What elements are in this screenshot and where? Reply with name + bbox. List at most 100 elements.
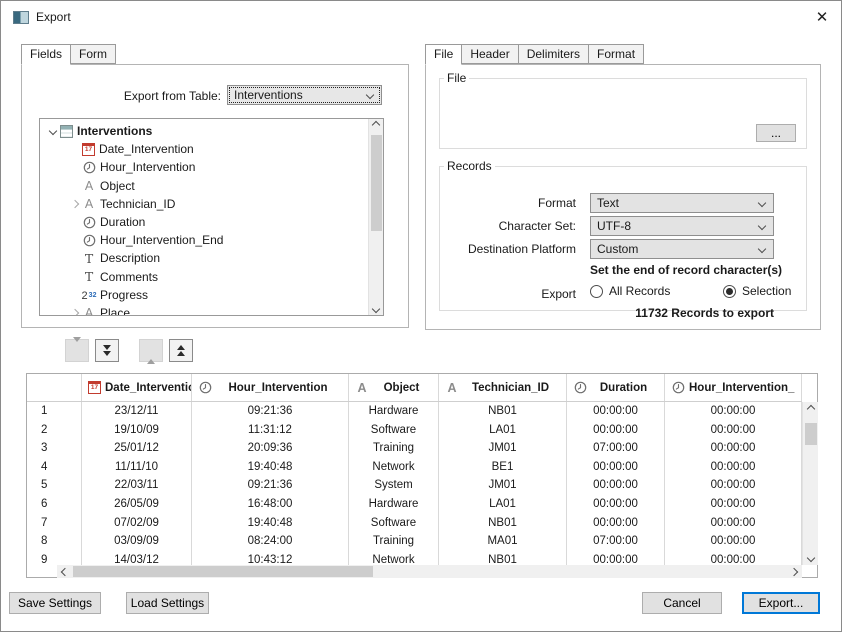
table-row[interactable]: 707/02/0919:40:48SoftwareNB0100:00:0000:… — [27, 514, 802, 533]
radio-icon[interactable] — [590, 285, 603, 298]
table-row[interactable]: 914/03/1210:43:12NetworkNB0100:00:0000:0… — [27, 551, 802, 565]
save-settings-button[interactable]: Save Settings — [9, 592, 101, 614]
tab-file[interactable]: File — [425, 44, 462, 65]
cancel-button[interactable]: Cancel — [642, 592, 722, 614]
title-bar: Export ✕ — [1, 1, 841, 33]
cell: 23/12/11 — [82, 402, 192, 421]
column-header-hour_intervention_[interactable]: Hour_Intervention_ — [665, 374, 802, 401]
close-icon[interactable]: ✕ — [809, 5, 835, 29]
expander-closed-icon[interactable] — [68, 310, 82, 316]
calendar-icon: 17 — [88, 381, 101, 394]
format-label: Format — [440, 196, 576, 210]
row-number: 7 — [27, 514, 82, 533]
platform-select[interactable]: Custom — [590, 239, 774, 259]
tree-item-hour_intervention[interactable]: Hour_Intervention — [40, 158, 383, 176]
tree-item-hour_intervention_end[interactable]: Hour_Intervention_End — [40, 231, 383, 249]
column-header-duration[interactable]: Duration — [567, 374, 665, 401]
cell: 03/09/09 — [82, 532, 192, 551]
column-header-hour_intervention[interactable]: Hour_Intervention — [192, 374, 349, 401]
expander-closed-icon[interactable] — [68, 201, 82, 207]
load-settings-button[interactable]: Load Settings — [126, 592, 209, 614]
field-tree: Interventions 17Date_Intervention Hour_I… — [39, 118, 384, 316]
tab-delimiters[interactable]: Delimiters — [519, 44, 589, 64]
clock-icon — [82, 233, 96, 247]
table-row[interactable]: 803/09/0908:24:00TrainingMA0107:00:0000:… — [27, 532, 802, 551]
tree-item-description[interactable]: TDescription — [40, 249, 383, 267]
cell: 00:00:00 — [665, 458, 802, 477]
table-row[interactable]: 219/10/0911:31:12SoftwareLA0100:00:0000:… — [27, 421, 802, 440]
export-table-select[interactable]: Interventions — [227, 85, 382, 105]
tree-scrollbar-thumb[interactable] — [371, 135, 382, 231]
table-row[interactable]: 123/12/1109:21:36HardwareNB0100:00:0000:… — [27, 402, 802, 421]
cell: 00:00:00 — [665, 495, 802, 514]
table-row[interactable]: 522/03/1109:21:36SystemJM0100:00:0000:00… — [27, 476, 802, 495]
alpha-field-icon: A — [355, 381, 369, 395]
cell: 00:00:00 — [665, 532, 802, 551]
row-number: 9 — [27, 551, 82, 565]
clock-icon — [82, 215, 96, 229]
grid-hscrollbar-thumb[interactable] — [73, 566, 373, 577]
export-button[interactable]: Export... — [742, 592, 820, 614]
cell: JM01 — [439, 476, 567, 495]
tab-header[interactable]: Header — [462, 44, 518, 64]
double-chevron-down-button[interactable] — [95, 339, 119, 362]
cell: 07/02/09 — [82, 514, 192, 533]
clock-icon — [198, 381, 212, 395]
tree-item-place[interactable]: APlace — [40, 304, 383, 316]
tab-form[interactable]: Form — [71, 44, 116, 64]
radio-icon[interactable] — [723, 285, 736, 298]
tree-item-date_intervention[interactable]: 17Date_Intervention — [40, 140, 383, 158]
cell: 19:40:48 — [192, 458, 349, 477]
tree-scrollbar[interactable] — [368, 119, 383, 315]
grid-vscrollbar[interactable] — [802, 402, 818, 565]
export-dialog-icon — [13, 11, 29, 24]
cell: 19:40:48 — [192, 514, 349, 533]
format-select[interactable]: Text — [590, 193, 774, 213]
preview-grid: 17Date_Intervention Hour_Intervention AO… — [26, 373, 818, 578]
row-number: 8 — [27, 532, 82, 551]
chevron-down-icon — [758, 222, 766, 230]
chevron-down-icon — [758, 245, 766, 253]
grid-vscrollbar-thumb[interactable] — [805, 423, 817, 445]
tab-fields[interactable]: Fields — [21, 44, 71, 65]
cell: 09:21:36 — [192, 402, 349, 421]
tree-item-object[interactable]: AObject — [40, 177, 383, 195]
column-header-object[interactable]: AObject — [349, 374, 439, 401]
tree-item-progress[interactable]: 232Progress — [40, 286, 383, 304]
radio-all-records[interactable]: All Records — [590, 284, 670, 298]
cell: Hardware — [349, 495, 439, 514]
radio-selection[interactable]: Selection — [723, 284, 791, 298]
table-row[interactable]: 411/11/1019:40:48NetworkBE100:00:0000:00… — [27, 458, 802, 477]
table-row[interactable]: 325/01/1220:09:36TrainingJM0107:00:0000:… — [27, 439, 802, 458]
tree-root-interventions[interactable]: Interventions — [40, 122, 383, 140]
cell: 10:43:12 — [192, 551, 349, 565]
cell: 08:24:00 — [192, 532, 349, 551]
tree-item-technician_id[interactable]: ATechnician_ID — [40, 195, 383, 213]
charset-select[interactable]: UTF-8 — [590, 216, 774, 236]
alpha-field-icon: A — [82, 179, 96, 193]
row-number: 2 — [27, 421, 82, 440]
browse-button[interactable]: ... — [756, 124, 796, 142]
cell: 00:00:00 — [567, 458, 665, 477]
table-row[interactable]: 626/05/0916:48:00HardwareLA0100:00:0000:… — [27, 495, 802, 514]
tree-item-comments[interactable]: TComments — [40, 268, 383, 286]
scroll-down-icon — [372, 305, 380, 313]
column-header-technician_id[interactable]: ATechnician_ID — [439, 374, 567, 401]
cell: 00:00:00 — [567, 421, 665, 440]
cell: Network — [349, 551, 439, 565]
text-field-icon: T — [82, 251, 96, 265]
cell: 00:00:00 — [567, 402, 665, 421]
cell: Training — [349, 532, 439, 551]
clock-icon — [671, 381, 685, 395]
right-tabbar: FileHeaderDelimitersFormat — [425, 44, 644, 64]
grid-hscrollbar[interactable] — [57, 565, 802, 578]
cell: 00:00:00 — [567, 476, 665, 495]
tab-format[interactable]: Format — [589, 44, 644, 64]
column-header-date_intervention[interactable]: 17Date_Intervention — [82, 374, 192, 401]
expander-open-icon[interactable] — [46, 128, 60, 134]
file-group-label: File — [444, 71, 469, 85]
tree-item-duration[interactable]: Duration — [40, 213, 383, 231]
double-chevron-up-icon — [177, 345, 185, 356]
integer32-icon: 232 — [82, 288, 96, 302]
double-chevron-up-button[interactable] — [169, 339, 193, 362]
